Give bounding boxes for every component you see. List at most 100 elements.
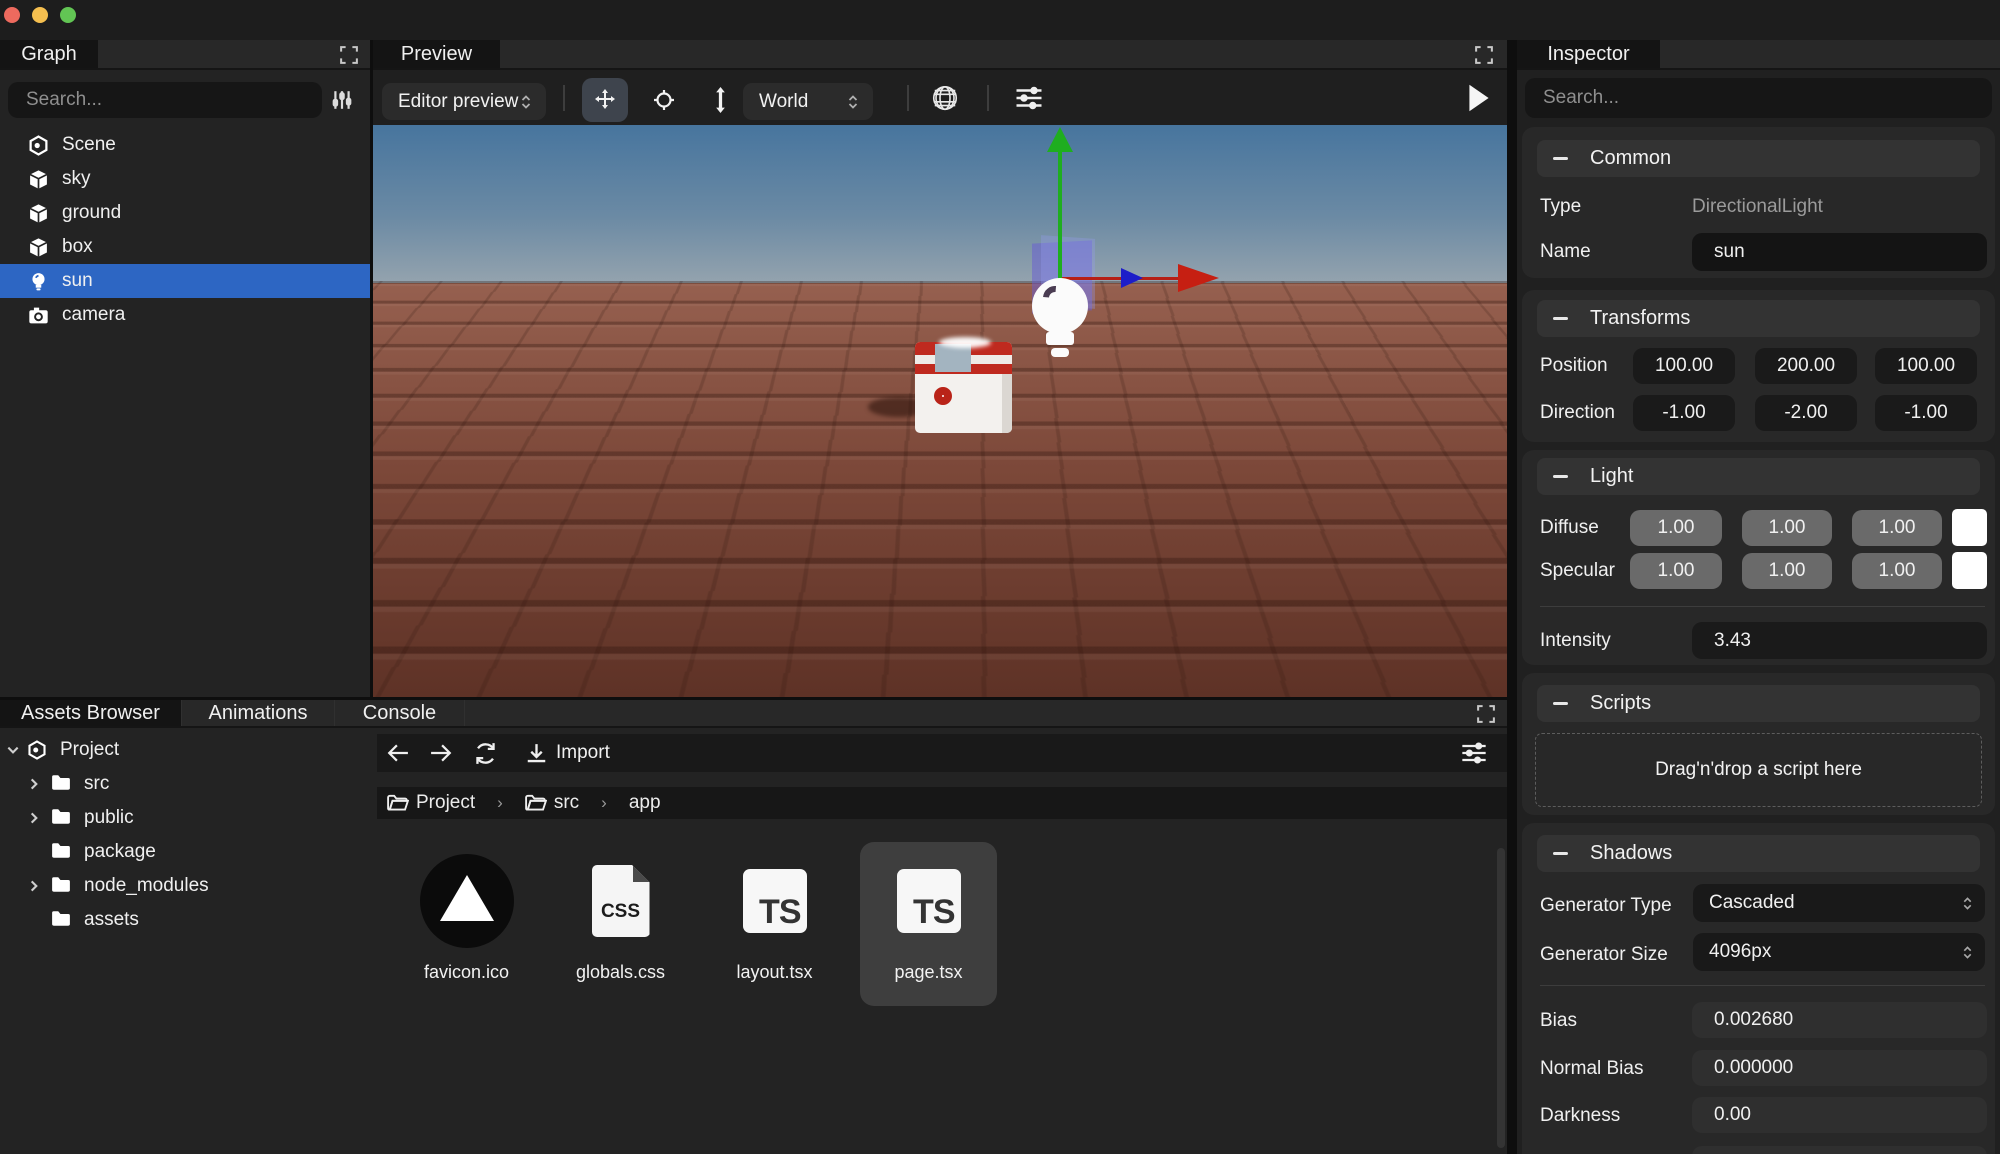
- position-z-field[interactable]: 100.00: [1875, 348, 1977, 384]
- tab-assets-browser[interactable]: Assets Browser: [0, 700, 182, 726]
- graph-item-camera[interactable]: camera: [0, 298, 370, 332]
- graph-item-sky[interactable]: sky: [0, 162, 370, 196]
- tree-item-package[interactable]: package: [0, 835, 374, 869]
- viewport-options-button[interactable]: [1013, 84, 1045, 112]
- title-bar[interactable]: [0, 0, 2000, 40]
- minimize-window-button[interactable]: [32, 7, 48, 23]
- refresh-button[interactable]: [472, 740, 498, 766]
- intensity-input[interactable]: 3.43: [1692, 622, 1987, 659]
- gizmo-z-axis-arrow[interactable]: [1121, 268, 1143, 288]
- file-tile-favicon[interactable]: favicon.ico: [398, 842, 535, 1006]
- generator-type-select[interactable]: Cascaded: [1693, 884, 1985, 922]
- direction-y-field[interactable]: -2.00: [1755, 395, 1857, 431]
- viewport-canvas[interactable]: [373, 125, 1507, 697]
- specular-color-swatch[interactable]: [1952, 552, 1987, 589]
- assets-expand-icon[interactable]: [1477, 705, 1495, 723]
- section-title: Light: [1590, 465, 1633, 488]
- tree-item-project[interactable]: Project: [0, 733, 374, 767]
- specular-b-field[interactable]: 1.00: [1852, 553, 1942, 589]
- scale-tool-button[interactable]: [700, 78, 740, 122]
- favicon-file-icon: [420, 854, 514, 948]
- diffuse-r-field[interactable]: 1.00: [1630, 510, 1722, 546]
- move-tool-button[interactable]: [582, 78, 628, 122]
- specular-g-field[interactable]: 1.00: [1742, 553, 1832, 589]
- position-y-field[interactable]: 200.00: [1755, 348, 1857, 384]
- collapse-icon[interactable]: [1553, 702, 1568, 705]
- breadcrumb: Project › src › app: [377, 787, 1507, 819]
- play-button[interactable]: [1465, 82, 1493, 114]
- clipped-next-input[interactable]: [1692, 1146, 1987, 1154]
- graph-item-box[interactable]: box: [0, 230, 370, 264]
- import-button-label[interactable]: Import: [556, 742, 610, 764]
- light-section-header[interactable]: Light: [1537, 458, 1980, 495]
- inspector-search-input[interactable]: [1525, 78, 1992, 118]
- close-window-button[interactable]: [4, 7, 20, 23]
- chevron-right-icon[interactable]: [27, 879, 41, 893]
- tab-inspector[interactable]: Inspector: [1517, 40, 1660, 68]
- graph-item-ground[interactable]: ground: [0, 196, 370, 230]
- rotate-tool-button[interactable]: [641, 78, 687, 122]
- preview-expand-icon[interactable]: [1475, 46, 1493, 64]
- graph-expand-icon[interactable]: [340, 46, 358, 64]
- gizmo-x-axis-arrow[interactable]: [1178, 264, 1219, 292]
- rotate-icon: [652, 88, 676, 112]
- file-tile-page-tsx[interactable]: TS page.tsx: [860, 842, 997, 1006]
- tab-graph[interactable]: Graph: [0, 40, 98, 68]
- assets-options-button[interactable]: [1459, 740, 1489, 766]
- tree-item-public[interactable]: public: [0, 801, 374, 835]
- breadcrumb-item-src[interactable]: src: [554, 792, 579, 814]
- divider: [1540, 606, 1985, 607]
- zoom-window-button[interactable]: [60, 7, 76, 23]
- chevron-right-icon[interactable]: [27, 811, 41, 825]
- collapse-icon[interactable]: [1553, 475, 1568, 478]
- bias-input[interactable]: 0.002680: [1692, 1002, 1987, 1038]
- scripts-section-header[interactable]: Scripts: [1537, 685, 1980, 722]
- diffuse-g-field[interactable]: 1.00: [1742, 510, 1832, 546]
- skybox-globe-button[interactable]: [929, 83, 961, 113]
- shadows-section-header[interactable]: Shadows: [1537, 835, 1980, 872]
- render-mode-select[interactable]: Editor preview: [382, 83, 546, 120]
- direction-z-field[interactable]: -1.00: [1875, 395, 1977, 431]
- tab-animations[interactable]: Animations: [182, 700, 335, 726]
- forward-button[interactable]: [428, 740, 454, 766]
- name-input-value: sun: [1714, 241, 1745, 263]
- diffuse-b-field[interactable]: 1.00: [1852, 510, 1942, 546]
- common-section-header[interactable]: Common: [1537, 140, 1980, 177]
- transforms-section-header[interactable]: Transforms: [1537, 300, 1980, 337]
- graph-item-sun[interactable]: sun: [0, 264, 370, 298]
- collapse-icon[interactable]: [1553, 317, 1568, 320]
- tab-console[interactable]: Console: [335, 700, 465, 726]
- collapse-icon[interactable]: [1553, 852, 1568, 855]
- tab-preview[interactable]: Preview: [373, 40, 500, 68]
- chevron-down-icon[interactable]: [6, 743, 20, 757]
- normal-bias-input[interactable]: 0.000000: [1692, 1050, 1987, 1086]
- graph-filter-icon[interactable]: [330, 88, 354, 112]
- generator-size-select[interactable]: 4096px: [1693, 933, 1985, 971]
- graph-item-scene[interactable]: Scene: [0, 128, 370, 162]
- name-input[interactable]: sun: [1692, 233, 1987, 271]
- assets-scrollbar[interactable]: [1497, 848, 1505, 1148]
- collapse-icon[interactable]: [1553, 157, 1568, 160]
- gizmo-y-axis-arrow[interactable]: [1047, 127, 1073, 152]
- chevron-updown-icon: [847, 94, 859, 110]
- diffuse-color-swatch[interactable]: [1952, 509, 1987, 546]
- breadcrumb-item-app[interactable]: app: [629, 792, 661, 814]
- coordinate-space-select[interactable]: World: [743, 83, 873, 120]
- file-tile-layout-tsx[interactable]: TS layout.tsx: [706, 842, 843, 1006]
- breadcrumb-item-project[interactable]: Project: [416, 792, 475, 814]
- file-tile-globals-css[interactable]: CSS globals.css: [552, 842, 689, 1006]
- import-button[interactable]: [524, 740, 548, 766]
- graph-search-input[interactable]: [8, 82, 322, 118]
- chevron-right-icon[interactable]: [27, 777, 41, 791]
- direction-x-field[interactable]: -1.00: [1633, 395, 1735, 431]
- tree-item-node-modules[interactable]: node_modules: [0, 869, 374, 903]
- specular-r-field[interactable]: 1.00: [1630, 553, 1722, 589]
- script-dropzone[interactable]: Drag'n'drop a script here: [1535, 733, 1982, 807]
- tree-item-src[interactable]: src: [0, 767, 374, 801]
- gizmo-y-axis[interactable]: [1058, 149, 1062, 289]
- tree-item-assets[interactable]: assets: [0, 903, 374, 937]
- sun-light-billboard[interactable]: [1032, 278, 1088, 334]
- back-button[interactable]: [385, 740, 411, 766]
- position-x-field[interactable]: 100.00: [1633, 348, 1735, 384]
- darkness-input[interactable]: 0.00: [1692, 1097, 1987, 1133]
